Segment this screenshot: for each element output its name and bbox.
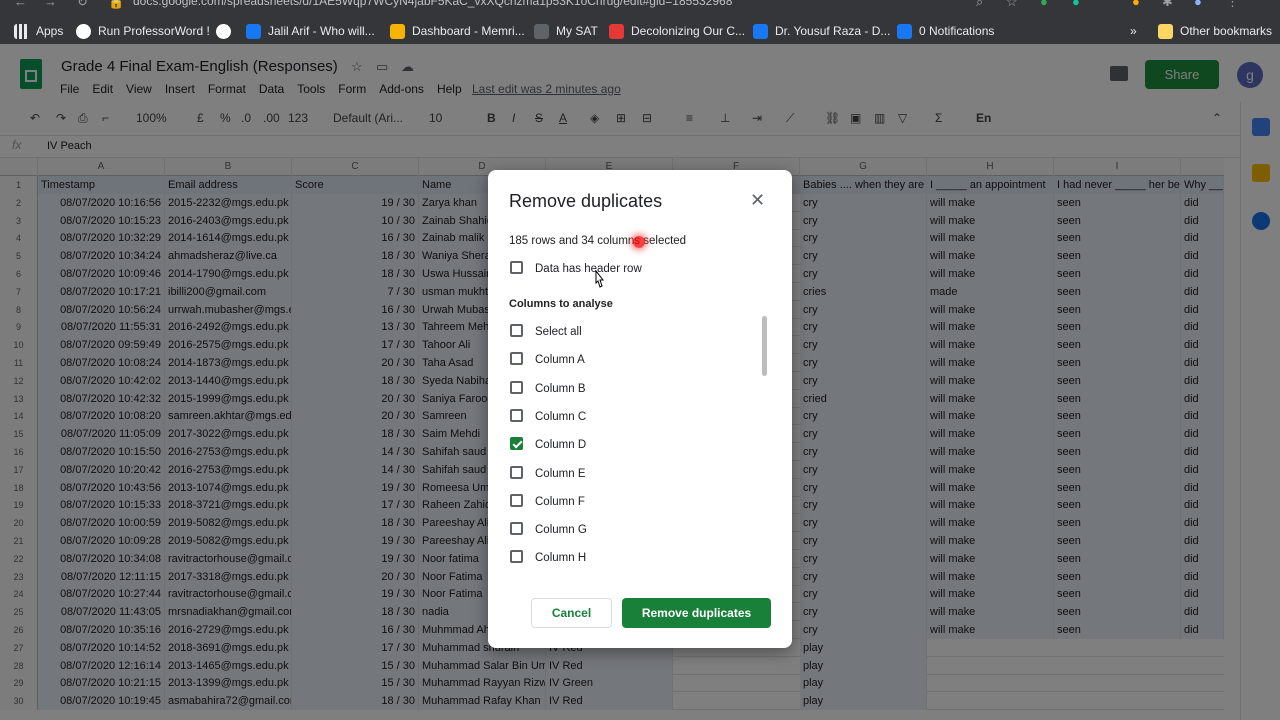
column-checkbox[interactable]: [510, 380, 523, 394]
grammarly-icon[interactable]: ●: [1072, 0, 1080, 9]
scrollbar[interactable]: [762, 316, 767, 376]
columns-list[interactable]: Select all Column A Column B Column C Column…: [488, 316, 792, 570]
bookmark-other[interactable]: Other bookmarks: [1158, 22, 1272, 40]
bitcoin-icon[interactable]: ●: [1132, 0, 1140, 9]
remove-duplicates-button[interactable]: Remove duplicates: [622, 598, 771, 628]
close-icon[interactable]: ✕: [750, 191, 765, 209]
selection-summary: 185 rows and 34 columns selected: [509, 235, 687, 247]
column-label: Column H: [535, 552, 587, 565]
bookmark-jalil-arif[interactable]: Jalil Arif - Who will...: [246, 22, 375, 40]
lock-icon: 🔒: [108, 0, 125, 9]
bookmark-notifications[interactable]: 0 Notifications: [897, 22, 994, 40]
dialog-title: Remove duplicates: [509, 191, 663, 211]
column-label: Column E: [535, 467, 586, 480]
column-checkbox[interactable]: [510, 493, 523, 507]
browser-chrome: ← → ↻ 🔒 docs.google.com/spreadsheets/d/1…: [0, 0, 1280, 44]
back-icon[interactable]: ←: [14, 0, 27, 9]
facebook-icon: [897, 23, 912, 39]
forward-icon[interactable]: →: [44, 0, 57, 9]
column-label: Column G: [535, 524, 587, 537]
more-bookmarks-icon[interactable]: »: [1130, 22, 1137, 40]
columns-to-analyse-label: Columns to analyse: [509, 298, 613, 310]
column-label: Column F: [535, 495, 585, 508]
column-checkbox[interactable]: [510, 408, 523, 422]
facebook-icon: [753, 23, 768, 39]
profile-icon[interactable]: ●: [1194, 0, 1202, 9]
column-checkbox[interactable]: [510, 352, 523, 366]
column-checkbox[interactable]: [510, 465, 523, 479]
header-row-label: Data has header row: [535, 263, 642, 275]
bookmark-memrise[interactable]: Dashboard - Memri...: [390, 22, 525, 40]
cancel-label: Cancel: [551, 606, 592, 620]
select-all-label: Select all: [535, 326, 582, 338]
apps-grid-icon: [14, 23, 29, 39]
column-label: Column C: [535, 410, 587, 423]
bookmark-decolonizing[interactable]: Decolonizing Our C...: [609, 22, 745, 40]
url-text[interactable]: docs.google.com/spreadsheets/d/1AE5Wqp7W…: [133, 0, 732, 8]
column-checkbox[interactable]: [510, 522, 523, 536]
column-label: Column A: [535, 354, 585, 367]
cancel-button[interactable]: Cancel: [531, 598, 612, 628]
click-indicator: [633, 236, 645, 248]
address-bar[interactable]: ← → ↻ 🔒 docs.google.com/spreadsheets/d/1…: [0, 0, 1280, 10]
puzzle-icon[interactable]: ✱: [1162, 0, 1173, 10]
menu-icon[interactable]: ⋮: [1226, 0, 1239, 10]
globe-icon: [76, 23, 91, 39]
memrise-icon: [390, 23, 405, 39]
remove-label: Remove duplicates: [641, 606, 752, 620]
bookmark-yousuf-raza[interactable]: Dr. Yousuf Raza - D...: [753, 22, 890, 40]
reload-icon[interactable]: ↻: [77, 0, 88, 10]
globe-icon: [216, 23, 231, 39]
acorn-icon: [534, 23, 549, 39]
huawei-icon: [609, 23, 624, 39]
mouse-pointer-icon: [595, 269, 605, 288]
column-label: Column D: [535, 439, 587, 452]
column-checkbox[interactable]: [510, 437, 523, 451]
search-icon[interactable]: ⌕: [976, 0, 983, 10]
bookmark-professorword[interactable]: Run ProfessorWord !: [76, 22, 210, 40]
star-icon[interactable]: ☆: [1006, 0, 1018, 10]
bookmark-globe[interactable]: [216, 22, 238, 40]
bookmarks-bar: Apps Run ProfessorWord ! Jalil Arif - Wh…: [0, 18, 1280, 44]
bookmark-apps[interactable]: Apps: [14, 22, 63, 40]
folder-icon: [1158, 23, 1173, 39]
facebook-icon: [246, 23, 261, 39]
extension-icon[interactable]: ●: [1040, 0, 1048, 9]
column-checkbox[interactable]: [510, 550, 523, 564]
column-label: Column B: [535, 382, 586, 395]
select-all-checkbox[interactable]: [510, 324, 523, 337]
bookmark-my-sat[interactable]: My SAT: [534, 22, 598, 40]
header-row-checkbox[interactable]: [510, 261, 523, 274]
